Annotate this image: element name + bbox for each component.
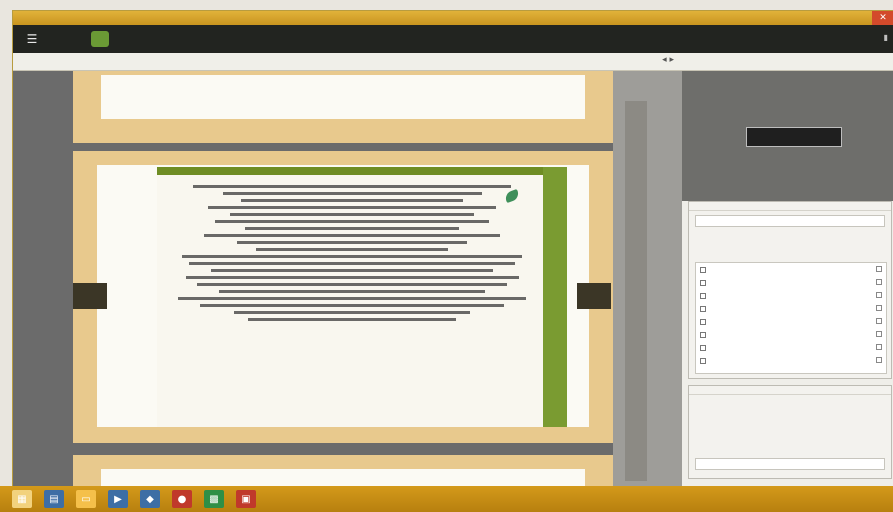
list-toggle-icon[interactable] — [876, 305, 882, 311]
list-item[interactable] — [696, 302, 886, 315]
scroll-thumb[interactable] — [625, 101, 647, 481]
checkbox-icon[interactable] — [700, 305, 706, 312]
toolbar: ☰ ▮ — [13, 25, 893, 53]
explorer-icon[interactable]: ▤ — [44, 490, 64, 508]
document-viewport[interactable] — [13, 71, 682, 487]
green-side-bar — [543, 167, 567, 427]
list-toggle-icon[interactable] — [876, 279, 882, 285]
app2-icon[interactable]: ● — [172, 490, 192, 508]
checkbox-icon[interactable] — [700, 344, 706, 351]
checkbox-icon[interactable] — [700, 357, 706, 364]
thumbnail-area — [682, 71, 893, 201]
list-item[interactable] — [696, 289, 886, 302]
list-item[interactable] — [696, 328, 886, 341]
previous-page-button[interactable] — [73, 283, 107, 309]
taskbar: ▦ ▤ ▭ ▶ ◆ ● ▩ ▣ — [0, 486, 893, 512]
notes-input[interactable] — [695, 458, 885, 470]
list-item[interactable] — [696, 354, 886, 367]
start-icon[interactable]: ▦ — [12, 490, 32, 508]
scrollbar[interactable] — [613, 71, 682, 487]
list-item[interactable] — [696, 341, 886, 354]
notes-panel — [688, 385, 892, 479]
list-toggle-icon[interactable] — [876, 331, 882, 337]
checkbox-icon[interactable] — [700, 279, 706, 286]
list-item[interactable] — [696, 263, 886, 276]
list-toggle-icon[interactable] — [876, 344, 882, 350]
list-item[interactable] — [696, 276, 886, 289]
outline-group-label — [689, 231, 891, 235]
screen: ✕ ☰ ▮ ◂ ▸ ▦ ▤ ▭ ▶ ◆ ● ▩ ▣ — [0, 0, 893, 512]
app-window: ✕ ☰ ▮ ◂ ▸ — [12, 10, 893, 487]
outline-panel — [688, 201, 892, 379]
side-panel-header — [682, 53, 893, 71]
outline-list[interactable] — [695, 262, 887, 374]
pdf-icon[interactable]: ▣ — [236, 490, 256, 508]
next-page-button[interactable] — [577, 283, 611, 309]
page-current — [73, 151, 613, 443]
checkbox-icon[interactable] — [700, 318, 706, 325]
list-item[interactable] — [696, 315, 886, 328]
zoom-button[interactable] — [91, 31, 109, 47]
list-toggle-icon[interactable] — [876, 266, 882, 272]
page-next — [73, 455, 613, 487]
folder-icon[interactable]: ▭ — [76, 490, 96, 508]
page-previous — [73, 71, 613, 143]
title-bar: ✕ — [13, 11, 893, 25]
checkbox-icon[interactable] — [700, 266, 706, 273]
spreadsheet-icon[interactable]: ▩ — [204, 490, 224, 508]
checkbox-icon[interactable] — [700, 331, 706, 338]
outline-panel-title — [689, 202, 891, 211]
menu-icon[interactable]: ☰ — [23, 30, 41, 48]
close-button[interactable]: ✕ — [872, 11, 893, 25]
address-bar[interactable]: ◂ ▸ — [13, 53, 682, 71]
nav-controls-icon[interactable]: ◂ ▸ — [662, 55, 674, 65]
side-panel — [682, 53, 893, 487]
outline-search-input[interactable] — [695, 215, 885, 227]
toolbar-right-icon[interactable]: ▮ — [884, 33, 888, 42]
notes-panel-title — [689, 386, 891, 395]
list-toggle-icon[interactable] — [876, 318, 882, 324]
media-icon[interactable]: ▶ — [108, 490, 128, 508]
green-header-bar — [157, 167, 567, 175]
list-toggle-icon[interactable] — [876, 292, 882, 298]
page-next-content — [101, 469, 585, 487]
list-toggle-icon[interactable] — [876, 357, 882, 363]
page-previous-content — [101, 75, 585, 119]
app-icon[interactable]: ◆ — [140, 490, 160, 508]
thumbnail-button[interactable] — [746, 127, 842, 147]
text-block — [167, 181, 537, 421]
notes-panel-text — [689, 395, 891, 403]
checkbox-icon[interactable] — [700, 292, 706, 299]
